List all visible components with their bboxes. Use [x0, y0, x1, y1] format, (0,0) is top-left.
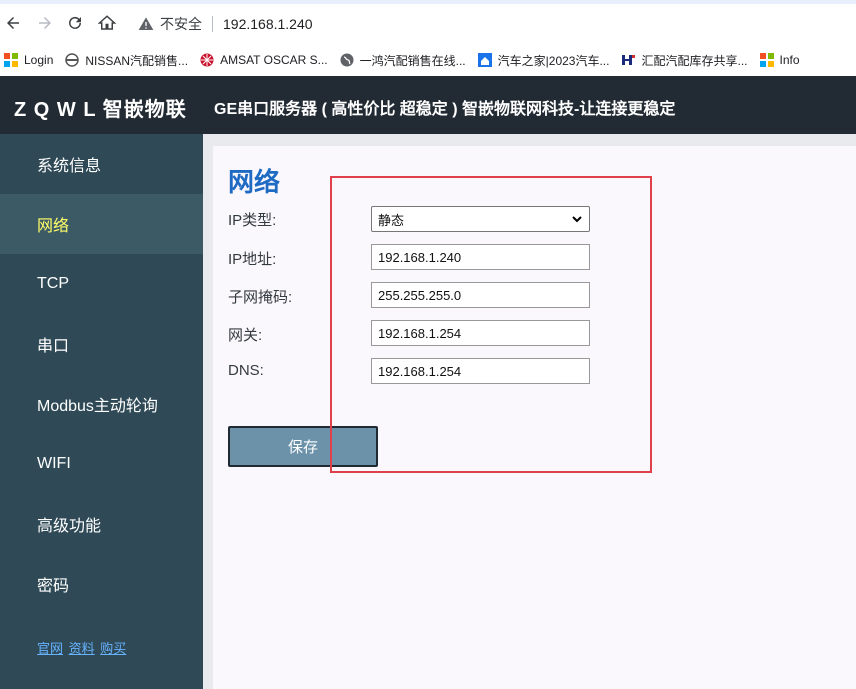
address-separator — [212, 16, 213, 32]
globe-icon — [340, 53, 354, 67]
header-title: GE串口服务器 ( 高性价比 超稳定 ) 智嵌物联网科技-让连接更稳定 — [214, 101, 676, 118]
home-icon[interactable] — [96, 12, 118, 34]
sidebar-item-serial[interactable]: 串口 — [0, 314, 203, 374]
sidebar-item-system-info[interactable]: 系统信息 — [0, 134, 203, 194]
amsat-icon — [200, 53, 214, 67]
browser-toolbar: 不安全 192.168.1.240 — [0, 0, 856, 46]
address-bar[interactable]: 不安全 192.168.1.240 — [138, 13, 313, 35]
bookmark-yihong[interactable]: 一鸿汽配销售在线... — [340, 52, 466, 69]
sidebar-item-modbus[interactable]: Modbus主动轮询 — [0, 374, 203, 434]
back-arrow-icon[interactable] — [2, 12, 24, 34]
warning-triangle-icon — [138, 17, 154, 30]
link-official-site[interactable]: 官网 — [37, 641, 63, 656]
bookmark-amsat[interactable]: AMSAT OSCAR S... — [200, 53, 328, 67]
sidebar-item-tcp[interactable]: TCP — [0, 254, 203, 314]
page-title: 网络 — [228, 167, 281, 197]
nissan-icon — [65, 53, 80, 67]
bookmark-autohome[interactable]: 汽车之家|2023汽车... — [477, 52, 609, 69]
ip-type-label: IP类型: — [228, 212, 277, 229]
sidebar-item-advanced[interactable]: 高级功能 — [0, 494, 203, 554]
bookmark-login[interactable]: Login — [4, 53, 53, 67]
tab-strip-edge — [0, 0, 856, 4]
bookmark-huipei[interactable]: 汇配汽配库存共享... — [621, 52, 748, 69]
forward-arrow-icon[interactable] — [34, 12, 56, 34]
sidebar-item-password[interactable]: 密码 — [0, 554, 203, 614]
sidebar-item-network[interactable]: 网络 — [0, 194, 203, 254]
app-header: Z Q W L 智嵌物联 GE串口服务器 ( 高性价比 超稳定 ) 智嵌物联网科… — [0, 76, 856, 134]
red-highlight-box — [330, 176, 652, 473]
link-documents[interactable]: 资料 — [69, 641, 95, 656]
sidebar: 系统信息 网络 TCP 串口 Modbus主动轮询 WIFI 高级功能 密码 官… — [0, 134, 203, 689]
dns-label: DNS: — [228, 362, 264, 379]
reload-icon[interactable] — [64, 12, 86, 34]
bookmark-nissan[interactable]: NISSAN汽配销售... — [65, 52, 188, 69]
bookmarks-bar: Login NISSAN汽配销售... AMSAT OSCAR S... 一鸿汽… — [0, 46, 856, 74]
link-buy[interactable]: 购买 — [100, 641, 126, 656]
url-text[interactable]: 192.168.1.240 — [223, 16, 313, 32]
ip-address-label: IP地址: — [228, 251, 277, 268]
ms-grid-icon — [759, 53, 774, 67]
autohome-icon — [477, 53, 492, 67]
subnet-mask-label: 子网掩码: — [228, 289, 293, 306]
bookmark-info[interactable]: Info — [759, 53, 800, 67]
insecure-label: 不安全 — [160, 16, 202, 32]
hp-icon — [622, 55, 636, 65]
gateway-label: 网关: — [228, 327, 263, 344]
brand-logo-text: Z Q W L 智嵌物联 — [14, 99, 187, 121]
sidebar-links: 官网 资料 购买 — [37, 638, 128, 657]
ms-grid-icon — [4, 53, 18, 67]
sidebar-item-wifi[interactable]: WIFI — [0, 434, 203, 494]
